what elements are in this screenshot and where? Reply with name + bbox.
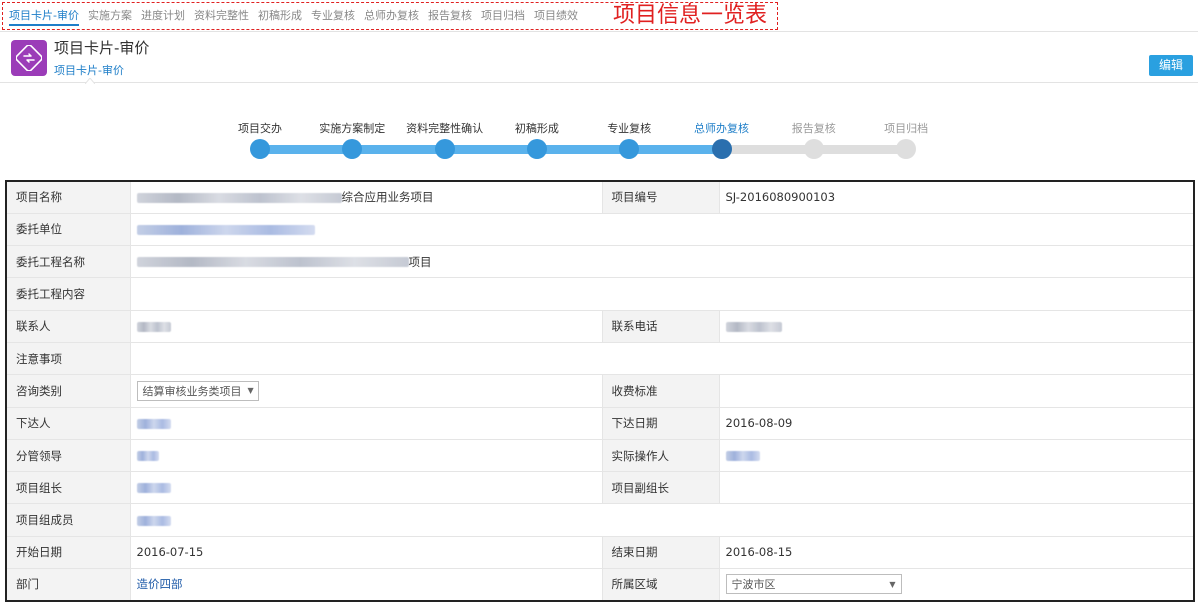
start-date-label: 开始日期 — [5, 535, 131, 570]
tab-draft[interactable]: 初稿形成 — [258, 2, 302, 30]
operator-value — [718, 438, 1195, 473]
assigner-value — [129, 406, 603, 440]
table-row: 委托工程名称 项目 — [5, 245, 1195, 279]
work-content-value — [129, 277, 1195, 311]
tab-data-completeness[interactable]: 资料完整性 — [194, 2, 249, 30]
progress-step-dot — [711, 139, 732, 159]
progress-step-dot — [342, 139, 363, 159]
work-content-label: 委托工程内容 — [5, 277, 131, 311]
work-name-label: 委托工程名称 — [5, 245, 131, 279]
notes-value — [129, 341, 1195, 376]
table-row: 分管领导 实际操作人 — [5, 438, 1195, 473]
progress-step-dot — [896, 139, 917, 159]
region-select[interactable]: 宁波市区 ▼ — [725, 574, 902, 595]
category-select-value: 结算审核业务类项目 — [142, 384, 242, 398]
table-row: 开始日期 2016-07-15 结束日期 2016-08-15 — [5, 535, 1195, 570]
project-info-table: 项目名称 综合应用业务项目 项目编号 SJ-2016080900103 委托单位… — [5, 180, 1195, 602]
group-leader-value — [129, 471, 603, 505]
start-date-value: 2016-07-15 — [129, 535, 603, 570]
category-cell: 结算审核业务类项目 ▼ — [129, 374, 603, 408]
contact-value — [129, 309, 603, 343]
caret-down-icon: ▼ — [247, 386, 254, 396]
fee-label: 收费标准 — [601, 374, 720, 408]
table-row: 部门 造价四部 所属区域 宁波市区 ▼ — [5, 568, 1195, 602]
tab-bar: 项目卡片-审价 实施方案 进度计划 资料完整性 初稿形成 专业复核 总师办复核 … — [0, 0, 1198, 32]
vice-leader-value — [718, 471, 1195, 505]
client-label: 委托单位 — [5, 212, 131, 247]
tab-strip: 项目卡片-审价 实施方案 进度计划 资料完整性 初稿形成 专业复核 总师办复核 … — [2, 2, 778, 30]
tab-report-review[interactable]: 报告复核 — [428, 2, 472, 30]
assign-date-label: 下达日期 — [601, 406, 720, 440]
fee-value — [718, 374, 1195, 408]
region-label: 所属区域 — [601, 568, 720, 602]
progress-stepper: 项目交办 实施方案制定 资料完整性确认 初稿形成 专业复核 总师办复核 报告复核 项目归档 — [0, 84, 1198, 179]
tab-archive[interactable]: 项目归档 — [481, 2, 525, 30]
end-date-value: 2016-08-15 — [718, 535, 1195, 570]
project-name-label: 项目名称 — [5, 180, 131, 214]
table-row: 项目组长 项目副组长 — [5, 471, 1195, 505]
region-cell: 宁波市区 ▼ — [718, 568, 1195, 602]
tab-performance[interactable]: 项目绩效 — [534, 2, 578, 30]
dept-value: 造价四部 — [129, 568, 603, 602]
tab-chief-review[interactable]: 总师办复核 — [364, 2, 419, 30]
region-select-value: 宁波市区 — [731, 578, 776, 592]
progress-step-dot — [526, 139, 547, 159]
edit-button[interactable]: 编辑 — [1149, 55, 1193, 76]
progress-step-dot — [619, 139, 640, 159]
assign-date-value: 2016-08-09 — [718, 406, 1195, 440]
category-select[interactable]: 结算审核业务类项目 ▼ — [136, 380, 259, 401]
table-row: 项目名称 综合应用业务项目 项目编号 SJ-2016080900103 — [5, 180, 1195, 214]
project-name-suffix: 综合应用业务项目 — [341, 190, 434, 205]
leader-value — [129, 438, 603, 473]
swap-arrows-icon — [11, 40, 47, 76]
category-label: 咨询类别 — [5, 374, 131, 408]
table-row: 注意事项 — [5, 341, 1195, 376]
table-row: 咨询类别 结算审核业务类项目 ▼ 收费标准 — [5, 374, 1195, 408]
breadcrumb[interactable]: 项目卡片-审价 — [54, 62, 124, 78]
group-leader-label: 项目组长 — [5, 471, 131, 505]
dept-label: 部门 — [5, 568, 131, 602]
assigner-label: 下达人 — [5, 406, 131, 440]
members-value — [129, 503, 1195, 537]
progress-step-dot — [434, 139, 455, 159]
vice-leader-label: 项目副组长 — [601, 471, 720, 505]
progress-step-label: 项目归档 — [884, 122, 929, 135]
notes-label: 注意事项 — [5, 341, 131, 376]
progress-step-dot — [250, 139, 270, 159]
progress-step-dot — [803, 139, 824, 159]
page-title: 项目卡片-审价 — [54, 39, 150, 57]
project-name-value: 综合应用业务项目 — [129, 180, 603, 214]
caret-down-icon: ▼ — [889, 579, 896, 589]
progress-step: 项目归档 — [851, 84, 961, 159]
client-value — [129, 212, 1195, 247]
project-no-value: SJ-2016080900103 — [718, 180, 1195, 214]
tab-professional-review[interactable]: 专业复核 — [311, 2, 355, 30]
end-date-label: 结束日期 — [601, 535, 720, 570]
leader-label: 分管领导 — [5, 438, 131, 473]
phone-label: 联系电话 — [601, 309, 720, 343]
members-label: 项目组成员 — [5, 503, 131, 537]
progress-track-done — [260, 145, 721, 154]
dept-link[interactable]: 造价四部 — [137, 577, 183, 591]
work-name-value: 项目 — [129, 245, 1195, 279]
table-row: 委托单位 — [5, 212, 1195, 247]
phone-value — [718, 309, 1195, 343]
table-row: 联系人 联系电话 — [5, 309, 1195, 343]
operator-label: 实际操作人 — [601, 438, 720, 473]
tab-implementation-plan[interactable]: 实施方案 — [88, 2, 132, 30]
table-row: 项目组成员 — [5, 503, 1195, 537]
tab-schedule[interactable]: 进度计划 — [141, 2, 185, 30]
project-no-label: 项目编号 — [601, 180, 720, 214]
page-header: 项目卡片-审价 项目卡片-审价 编辑 — [0, 33, 1198, 84]
contact-label: 联系人 — [5, 309, 131, 343]
table-row: 委托工程内容 — [5, 277, 1195, 311]
table-row: 下达人 下达日期 2016-08-09 — [5, 406, 1195, 440]
annotation-label: 项目信息一览表 — [612, 3, 767, 28]
tab-project-card[interactable]: 项目卡片-审价 — [9, 2, 79, 30]
work-name-suffix: 项目 — [408, 254, 432, 269]
